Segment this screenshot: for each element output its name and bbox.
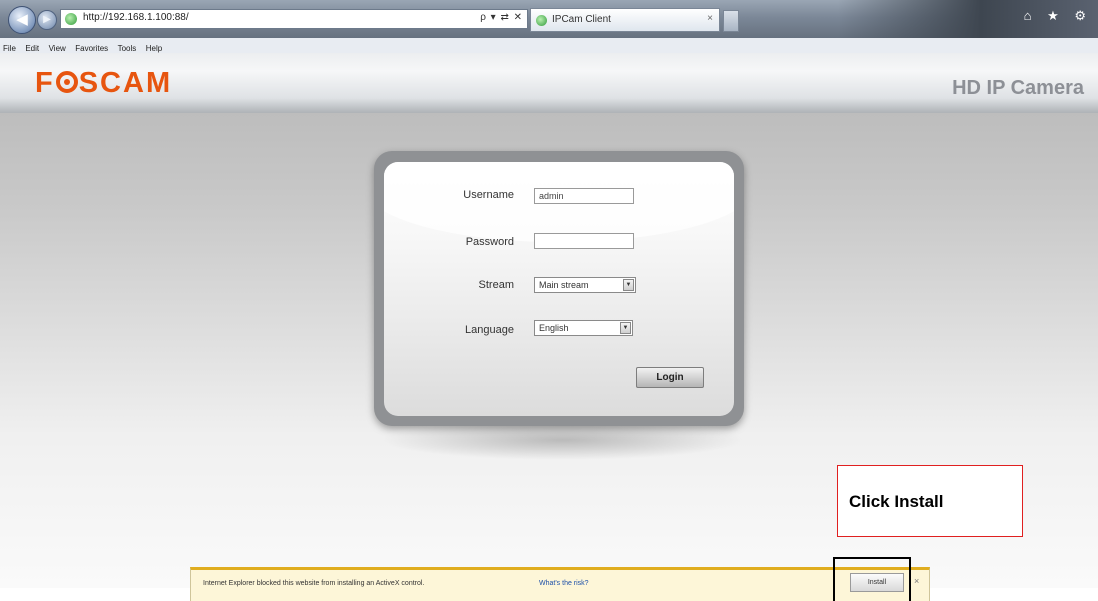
activex-notification-bar: Internet Explorer blocked this website f… — [190, 567, 930, 601]
chevron-down-icon[interactable]: ▼ — [620, 322, 631, 334]
close-icon[interactable]: × — [914, 576, 919, 586]
logo-f: F — [35, 67, 55, 99]
password-input[interactable] — [534, 233, 634, 249]
tab-close-icon[interactable]: × — [707, 13, 713, 24]
login-button[interactable]: Login — [636, 367, 704, 388]
callout-text: Click Install — [849, 492, 944, 511]
url-text[interactable]: http://192.168.1.100:88/ — [83, 12, 189, 23]
address-tools-icon[interactable]: ρ ▾ ⇄ ✕ — [480, 12, 523, 23]
language-select-value: English — [539, 323, 569, 333]
password-label: Password — [465, 236, 514, 248]
instruction-callout: Click Install — [837, 465, 1023, 537]
language-select[interactable]: English ▼ — [534, 320, 633, 336]
site-header: F SCAM HD IP Camera — [0, 53, 1098, 113]
chevron-down-icon[interactable]: ▼ — [623, 279, 634, 291]
foscam-logo: F SCAM — [35, 67, 172, 100]
home-favorites-tools-icon[interactable]: ⌂ ★ ⚙ — [1024, 8, 1092, 24]
username-input[interactable]: admin — [534, 188, 634, 204]
tab-favicon-icon — [536, 15, 547, 26]
browser-titlebar: ◀ ▶ http://192.168.1.100:88/ ρ ▾ ⇄ ✕ IPC… — [0, 0, 1098, 38]
ie-page-icon — [65, 13, 77, 25]
product-title: HD IP Camera — [952, 77, 1084, 99]
logo-lens-icon — [55, 71, 78, 93]
menu-bar: File Edit View Favorites Tools Help — [0, 38, 1098, 54]
new-tab-button[interactable] — [723, 10, 739, 32]
stream-label: Stream — [478, 279, 514, 291]
install-highlight-box — [833, 557, 911, 601]
browser-tab[interactable]: IPCam Client × — [530, 8, 720, 32]
stream-select-value: Main stream — [539, 280, 589, 290]
address-bar[interactable]: http://192.168.1.100:88/ ρ ▾ ⇄ ✕ — [60, 9, 528, 29]
username-label: Username — [463, 189, 514, 201]
notification-message: Internet Explorer blocked this website f… — [203, 580, 425, 587]
forward-arrow-icon[interactable]: ▶ — [37, 10, 57, 30]
logo-scam: SCAM — [78, 67, 173, 99]
back-arrow-icon[interactable]: ◀ — [8, 6, 36, 34]
stream-select[interactable]: Main stream ▼ — [534, 277, 636, 293]
language-label: Language — [465, 324, 514, 336]
login-reflection — [380, 420, 745, 460]
whats-the-risk-link[interactable]: What's the risk? — [539, 580, 589, 587]
tab-title: IPCam Client — [552, 14, 611, 25]
